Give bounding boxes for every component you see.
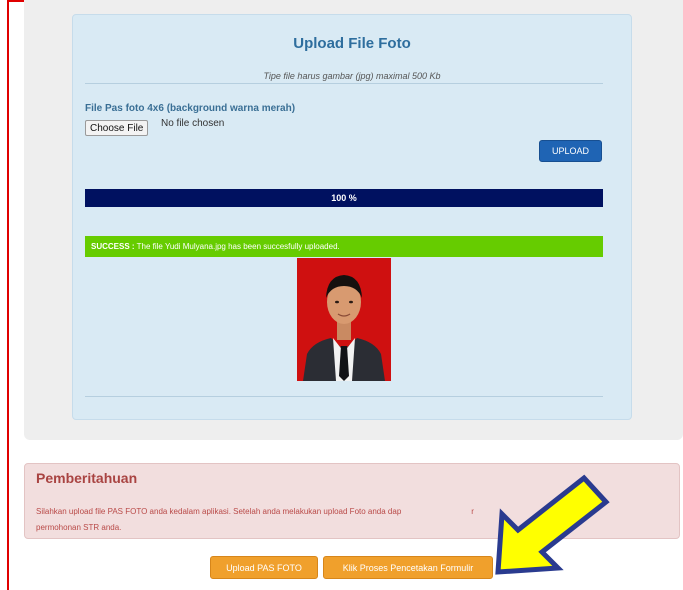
upload-panel: Upload File Foto Tipe file harus gambar … xyxy=(72,14,632,420)
success-message: The file Yudi Mulyana.jpg has been succe… xyxy=(136,242,340,251)
success-alert: SUCCESS : The file Yudi Mulyana.jpg has … xyxy=(85,236,603,257)
uploaded-photo-preview xyxy=(297,258,391,381)
notice-text-line2: permohonan STR anda. xyxy=(36,523,122,532)
notice-text-line1-tail: r xyxy=(471,507,474,516)
notice-title: Pemberitahuan xyxy=(36,470,138,486)
annotation-arrow-icon xyxy=(495,474,610,575)
photo-field-label: File Pas foto 4x6 (background warna mera… xyxy=(85,103,296,114)
upload-button[interactable]: UPLOAD xyxy=(539,140,602,162)
file-type-hint: Tipe file harus gambar (jpg) maximal 500… xyxy=(263,71,441,81)
upload-progress-bar: 100 % xyxy=(85,189,603,207)
notice-text-line1: Silahkan upload file PAS FOTO anda kedal… xyxy=(36,507,402,516)
progress-percent: 100 % xyxy=(331,193,357,203)
upload-pas-foto-button[interactable]: Upload PAS FOTO xyxy=(210,556,318,579)
panel-title: Upload File Foto xyxy=(293,35,411,52)
title-divider xyxy=(85,83,603,84)
print-form-button[interactable]: Klik Proses Pencetakan Formulir xyxy=(323,556,493,579)
file-status-text: No file chosen xyxy=(161,118,225,129)
choose-file-button[interactable]: Choose File xyxy=(85,120,149,136)
panel-bottom-divider xyxy=(85,396,603,397)
success-prefix: SUCCESS : xyxy=(91,242,135,251)
